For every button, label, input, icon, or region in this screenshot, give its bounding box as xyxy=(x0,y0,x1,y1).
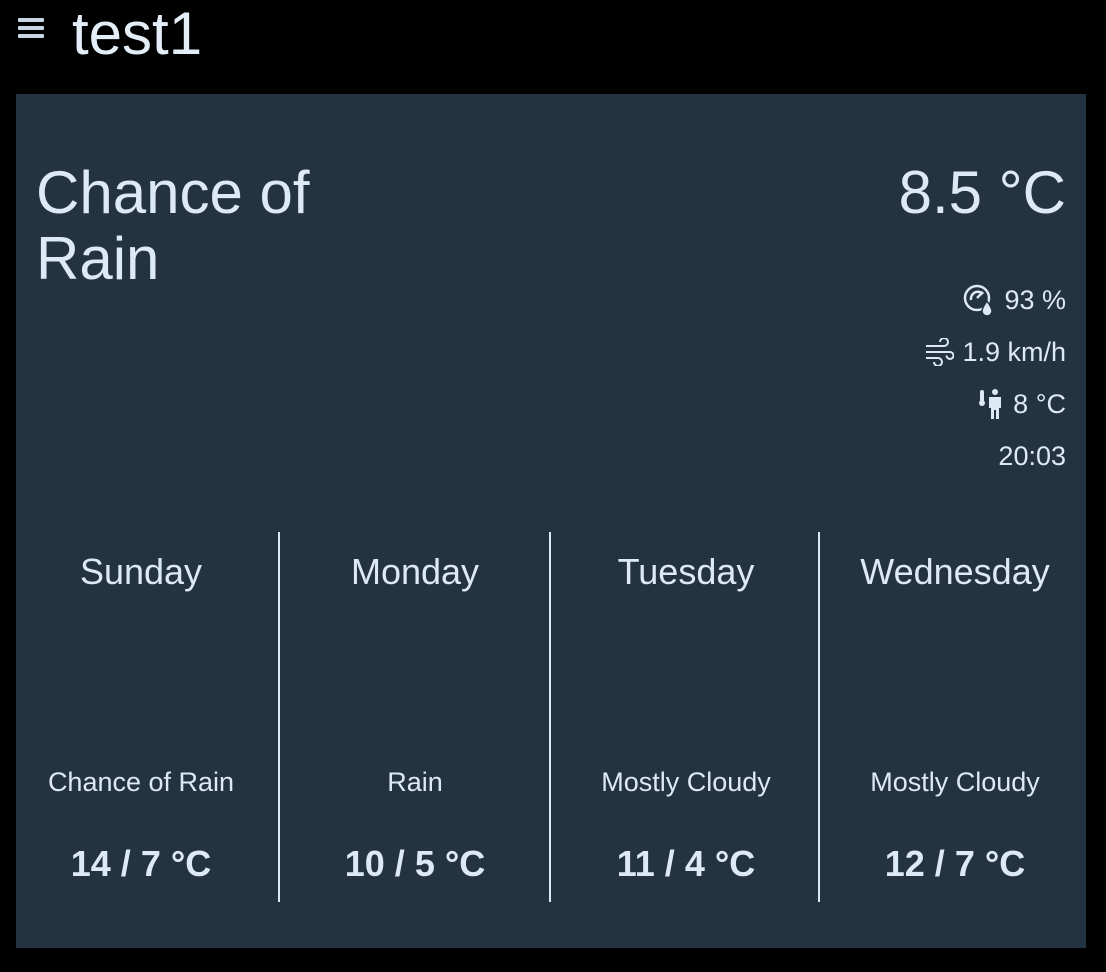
forecast-condition: Chance of Rain xyxy=(47,767,235,797)
forecast-day: Monday Rain 10 / 5 °C xyxy=(278,532,550,902)
weather-card[interactable]: Chance of Rain 8.5 °C 93 % 1.9 km/h 8 °C… xyxy=(16,94,1086,948)
forecast: Sunday Chance of Rain 14 / 7 °C Monday R… xyxy=(16,532,1086,902)
forecast-day-name: Wednesday xyxy=(860,551,1050,592)
humidity-gauge-icon xyxy=(964,284,994,317)
top-bar: test1 xyxy=(0,0,1106,80)
wind-icon xyxy=(926,338,955,366)
feels-like-attribute: 8 °C xyxy=(977,388,1066,420)
time-value: 20:03 xyxy=(998,440,1066,471)
current-temperature: 8.5 °C xyxy=(898,159,1066,226)
forecast-temperatures: 14 / 7 °C xyxy=(70,843,212,884)
forecast-condition: Rain xyxy=(387,767,443,797)
forecast-temperatures: 10 / 5 °C xyxy=(344,843,486,884)
thermometer-person-icon xyxy=(979,389,1002,419)
forecast-day-name: Monday xyxy=(350,551,480,592)
page-title: test1 xyxy=(72,0,203,67)
time-attribute: 20:03 xyxy=(998,440,1066,472)
wind-value: 1.9 km/h xyxy=(962,336,1066,367)
forecast-day-name: Tuesday xyxy=(617,551,755,592)
forecast-temperatures: 12 / 7 °C xyxy=(884,843,1026,884)
forecast-day-name: Sunday xyxy=(79,551,203,592)
wind-attribute: 1.9 km/h xyxy=(924,336,1066,368)
forecast-temperatures: 11 / 4 °C xyxy=(616,843,756,884)
forecast-day: Sunday Chance of Rain 14 / 7 °C xyxy=(16,532,266,902)
forecast-day: Tuesday Mostly Cloudy 11 / 4 °C xyxy=(549,532,821,902)
current-condition: Chance of Rain xyxy=(36,159,310,292)
forecast-condition: Mostly Cloudy xyxy=(601,767,771,797)
menu-icon[interactable] xyxy=(18,14,44,42)
forecast-condition: Mostly Cloudy xyxy=(870,767,1040,797)
forecast-day: Wednesday Mostly Cloudy 12 / 7 °C xyxy=(818,532,1090,902)
feels-like-value: 8 °C xyxy=(1013,388,1066,419)
humidity-value: 93 % xyxy=(1004,284,1066,315)
humidity-attribute: 93 % xyxy=(962,284,1066,317)
